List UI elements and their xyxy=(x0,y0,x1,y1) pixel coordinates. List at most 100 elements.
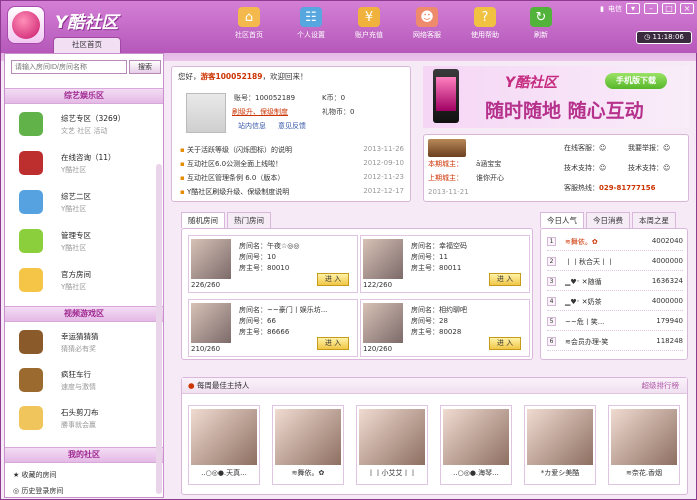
promo-banner[interactable]: Y酷社区 随时随地 随心互动 手机版下载 xyxy=(423,66,689,128)
rank-row[interactable]: 6 ≋会员办理-笑 118248 xyxy=(547,334,683,351)
upgrade-link[interactable]: 刷级升、保级制度 xyxy=(232,107,288,117)
room-name-label: 房间名： xyxy=(239,242,267,250)
inbox-link[interactable]: 站内信息 xyxy=(238,121,266,131)
nav-settings-button[interactable]: ☷ 个人设置 xyxy=(289,7,333,47)
sidebar-room-lucky[interactable]: 幸运猜猜猜 猜猜必有奖 xyxy=(19,328,159,360)
search-button[interactable]: 搜索 xyxy=(129,60,161,74)
current-master-name[interactable]: ā涵宝宝 xyxy=(476,159,501,169)
rank-row[interactable]: 5 ~~危丨笑... 179940 xyxy=(547,314,683,331)
host-card[interactable]: ..○◎●.海琴... xyxy=(440,405,512,485)
tech-support[interactable]: 技术支持：☺ xyxy=(564,163,606,173)
room-id: 28 xyxy=(439,317,448,325)
sidebar-room-rps[interactable]: 石头剪刀布 勝事就会赢 xyxy=(19,404,159,436)
phone-icon xyxy=(433,69,459,123)
rank-number: 4 xyxy=(547,297,556,306)
enter-room-button[interactable]: 进 入 xyxy=(317,273,349,286)
close-button[interactable]: × xyxy=(680,3,694,14)
room-name: ~~豪门丨娱乐坊... xyxy=(267,306,328,314)
category-games[interactable]: 视频游戏区 xyxy=(5,306,163,322)
room-id: 11 xyxy=(439,253,448,261)
minimize-button[interactable]: – xyxy=(644,3,658,14)
room-card[interactable]: 房间名：~~豪门丨娱乐坊... 房间号：66 房主号：86666 210/260… xyxy=(188,299,358,357)
host-card[interactable]: ≋奈花.香烟 xyxy=(608,405,680,485)
nav-support-button[interactable]: ☻ 网络客服 xyxy=(405,7,449,47)
hotline: 客服热线：029-81777156 xyxy=(564,183,655,193)
tab-week-star[interactable]: 本周之星 xyxy=(632,212,676,228)
feedback-link[interactable]: 意见反馈 xyxy=(278,121,306,131)
super-ranking-link[interactable]: 超级排行榜 xyxy=(642,378,680,393)
news-item[interactable]: ▪ Y酷社区刷级升级、保级制度说明 2012-12-17 xyxy=(180,187,404,201)
room-search-input[interactable] xyxy=(11,60,127,74)
sidebar-scrollbar[interactable] xyxy=(156,164,162,494)
host-card[interactable]: ≋舞依。✿ xyxy=(272,405,344,485)
news-date: 2012-12-17 xyxy=(363,187,404,195)
nav-refresh-button[interactable]: ↻ 刷新 xyxy=(519,7,563,47)
host-photo xyxy=(275,409,341,465)
sidebar-room-variety2[interactable]: 综艺二区 Y酷社区 xyxy=(19,188,159,220)
qq-icon: ☺ xyxy=(599,164,607,172)
enter-room-button[interactable]: 进 入 xyxy=(317,337,349,350)
sidebar-room-variety[interactable]: 综艺专区（3269） 文艺 社区 活动 xyxy=(19,110,159,142)
nav-home-button[interactable]: ⌂ 社区首页 xyxy=(227,7,271,47)
tab-today-spending[interactable]: 今日消费 xyxy=(586,212,630,228)
nav-help-button[interactable]: ? 使用帮助 xyxy=(463,7,507,47)
rank-value: 1636324 xyxy=(651,277,683,285)
tab-random-rooms[interactable]: 随机房间 xyxy=(181,212,225,228)
room-card[interactable]: 房间名：午夜☆◎◎ 房间号：10 房主号：80010 226/260 进 入 xyxy=(188,235,358,293)
rank-row[interactable]: 2 丨丨秋合天丨丨 4000000 xyxy=(547,254,683,271)
tech-support-label: 技术支持： xyxy=(564,164,599,172)
room-host: 80010 xyxy=(267,264,290,272)
room-name: 综艺二区 xyxy=(61,192,91,201)
host-name: ..○◎●.天真... xyxy=(201,469,247,477)
enter-room-button[interactable]: 进 入 xyxy=(489,273,521,286)
rank-name: ▁♥ᵕ ✕奶茶 xyxy=(565,298,602,306)
sidebar: 搜索 综艺娱乐区 综艺专区（3269） 文艺 社区 活动 在线咨询（11） Y酷社区… xyxy=(4,53,164,498)
news-item[interactable]: ▪ 关于活跃等级（闪烁图标）的说明 2013-11-26 xyxy=(180,145,404,159)
room-card[interactable]: 房间名：幸福空码 房间号：11 房主号：80011 122/260 进 入 xyxy=(360,235,530,293)
tab-community-home[interactable]: 社区首页 xyxy=(53,37,121,53)
tech-support-2[interactable]: 技术支持：☺ xyxy=(628,163,670,173)
category-variety[interactable]: 综艺娱乐区 xyxy=(5,88,163,104)
favorite-rooms-link[interactable]: ★ 收藏的房间 xyxy=(13,470,57,480)
star-icon: ★ xyxy=(13,471,22,479)
nav-refresh-label: 刷新 xyxy=(534,31,548,39)
room-tabs: 随机房间 热门房间 xyxy=(181,212,273,228)
rank-row[interactable]: 4 ▁♥ᵕ ✕奶茶 4000000 xyxy=(547,294,683,311)
host-card[interactable]: 丨丨小艾艾丨丨 xyxy=(356,405,428,485)
maximize-button[interactable]: □ xyxy=(662,3,676,14)
sidebar-room-car[interactable]: 疯狂车行 速度与激情 xyxy=(19,366,159,398)
previous-master-name[interactable]: 谁你开心 xyxy=(476,173,504,183)
menu-button[interactable]: ▾ xyxy=(626,3,640,14)
sidebar-room-official[interactable]: 官方房间 Y酷社区 xyxy=(19,266,159,298)
room-name: 疯狂车行 xyxy=(61,370,91,379)
enter-room-button[interactable]: 进 入 xyxy=(489,337,521,350)
gift-coins: 礼物币：0 xyxy=(322,107,354,117)
id-value: 100052189 xyxy=(255,94,296,102)
room-photo xyxy=(191,239,231,279)
report-link[interactable]: 我要举报：☺ xyxy=(628,143,670,153)
rank-value: 179940 xyxy=(656,317,683,325)
tab-hot-rooms[interactable]: 热门房间 xyxy=(227,212,271,228)
nav-recharge-button[interactable]: ¥ 账户充值 xyxy=(347,7,391,47)
avatar[interactable] xyxy=(186,93,226,133)
app-logo xyxy=(7,6,45,44)
sidebar-room-consult[interactable]: 在线咨询（11） Y酷社区 xyxy=(19,149,159,181)
rank-row[interactable]: 3 ▁♥ᵕ ✕随循 1636324 xyxy=(547,274,683,291)
rank-row[interactable]: 1 ≋舞依。✿ 4002040 xyxy=(547,234,683,251)
tab-today-popularity[interactable]: 今日人气 xyxy=(540,212,584,228)
mobile-download-button[interactable]: 手机版下载 xyxy=(605,73,667,89)
signal-icon: ▮ xyxy=(600,4,604,13)
news-item[interactable]: ▪ 互动社区6.0公测全面上线啦！ 2012-09-10 xyxy=(180,159,404,173)
history-rooms-link[interactable]: ◎ 历史登录房间 xyxy=(13,486,63,496)
rank-value: 4000000 xyxy=(651,297,683,305)
host-card[interactable]: ..○◎●.天真... xyxy=(188,405,260,485)
news-item[interactable]: ▪ 互动社区管理条例 6.0（版本） 2012-11-23 xyxy=(180,173,404,187)
room-card[interactable]: 房间名：相约聊吧 房间号：28 房主号：80028 120/260 进 入 xyxy=(360,299,530,357)
online-support[interactable]: 在线客服：☺ xyxy=(564,143,606,153)
host-card[interactable]: *カ爱シ美酷 xyxy=(524,405,596,485)
category-my-community[interactable]: 我的社区 xyxy=(5,447,163,463)
room-host: 86666 xyxy=(267,328,290,336)
room-photo xyxy=(363,303,403,343)
sidebar-room-admin[interactable]: 管理专区 Y酷社区 xyxy=(19,227,159,259)
app-title: Y酷社区 xyxy=(55,13,119,33)
